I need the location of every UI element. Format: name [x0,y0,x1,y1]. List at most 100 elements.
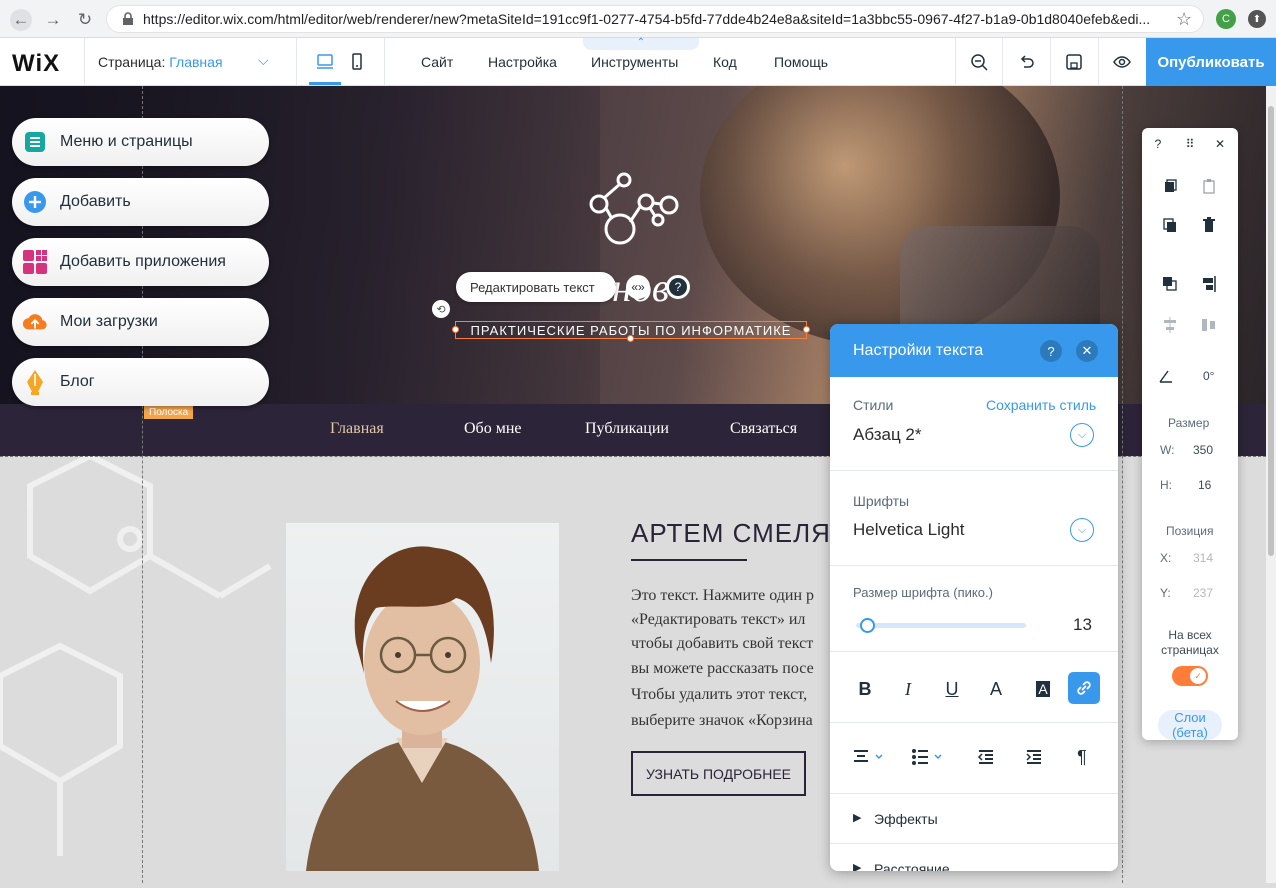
align-icon[interactable] [1199,274,1219,294]
underline-icon[interactable]: U [940,677,964,701]
all-pages-toggle[interactable]: ✓ [1172,666,1208,686]
menu-settings[interactable]: Настройка [488,54,557,70]
paste-icon[interactable] [1199,176,1219,196]
y-value[interactable]: 237 [1193,586,1213,600]
increase-indent-icon[interactable] [1022,745,1046,769]
add-button[interactable]: Добавить [12,178,269,226]
bullet-list-icon[interactable] [909,745,949,769]
menu-tools[interactable]: Инструменты [591,54,678,70]
apps-icon [22,249,48,275]
chevron-down-icon[interactable]: ⌵ [1070,518,1094,542]
profile-avatar[interactable]: C [1216,9,1236,29]
site-nav-publications[interactable]: Публикации [585,420,669,438]
about-paragraph-line[interactable]: выберите значок «Корзина [631,712,831,730]
layers-button[interactable]: Слои (бета) [1158,710,1222,740]
pages-icon [22,129,48,155]
collapse-topbar-handle[interactable]: ⌃ [583,38,699,50]
page-scrollbar[interactable] [1266,86,1276,883]
close-icon[interactable]: ✕ [1210,134,1230,154]
resize-handle[interactable] [803,326,810,333]
drag-handle-icon[interactable]: ⠿ [1180,134,1200,154]
decrease-indent-icon[interactable] [974,745,998,769]
menu-code[interactable]: Код [713,54,737,70]
zoom-out-icon [971,54,988,71]
profile-photo[interactable] [286,523,559,871]
forward-button[interactable]: → [42,9,64,31]
height-label: H: [1160,478,1172,492]
help-icon[interactable]: ? [1040,340,1062,362]
desktop-icon [317,54,333,69]
distribute-icon[interactable] [1160,315,1180,335]
delete-icon[interactable] [1199,215,1219,235]
divider [1002,38,1003,86]
bookmark-star-icon[interactable]: ☆ [1176,9,1192,30]
panel-header[interactable]: Настройки текста [830,324,1118,377]
mobile-view-button[interactable] [346,52,368,72]
link-icon[interactable] [1068,672,1100,704]
zoom-out-button[interactable] [969,52,989,72]
rotation-value[interactable]: 0° [1203,369,1214,383]
effects-section[interactable]: ▶ Эффекты [830,794,1118,844]
font-size-value[interactable]: 13 [1073,615,1092,635]
about-heading[interactable]: АРТЕМ СМЕЛЯ [631,518,831,549]
about-paragraph-line[interactable]: чтобы добавить свой текст [631,635,831,653]
match-size-icon[interactable] [1199,315,1219,335]
arrange-icon[interactable] [1160,274,1180,294]
menu-help[interactable]: Помощь [774,54,828,70]
url-text: https://editor.wix.com/html/editor/web/r… [143,11,1151,27]
rotate-handle-icon[interactable]: ⟲ [432,300,450,318]
chevron-down-icon[interactable]: ⌵ [1070,423,1094,447]
bold-icon[interactable]: B [853,677,877,701]
width-value[interactable]: 350 [1193,443,1213,457]
blog-button[interactable]: Блог [12,358,269,406]
duplicate-icon[interactable] [1160,215,1180,235]
text-direction-icon[interactable]: ¶ [1070,745,1094,769]
reload-button[interactable]: ↻ [74,9,96,31]
back-button[interactable]: ← [10,9,32,31]
address-bar[interactable]: https://editor.wix.com/html/editor/web/r… [106,5,1204,33]
about-paragraph-line[interactable]: вы можете рассказать посе [631,660,831,678]
scrollbar-thumb[interactable] [1268,106,1274,556]
italic-icon[interactable]: I [896,677,920,701]
resize-handle[interactable] [627,335,634,342]
font-dropdown-value[interactable]: Helvetica Light [853,520,965,540]
learn-more-button[interactable]: УЗНАТЬ ПОДРОБНЕЕ [631,751,806,796]
page-selector[interactable]: Страница: Главная ⌵ [98,52,269,70]
slider-knob[interactable] [860,618,875,633]
menu-site[interactable]: Сайт [421,54,453,70]
site-nav-about[interactable]: Обо мне [464,420,521,438]
pages-menu-button[interactable]: Меню и страницы [12,118,269,166]
spacing-section[interactable]: ▶ Расстояние [830,844,1118,871]
highlight-color-icon[interactable]: A [1028,677,1058,701]
save-style-link[interactable]: Сохранить стиль [986,397,1096,413]
extension-icon[interactable]: ⬆ [1248,10,1266,28]
save-button[interactable] [1064,52,1084,72]
about-paragraph-line[interactable]: Это текст. Нажмите один р [631,587,831,605]
align-dropdown-icon[interactable] [850,745,890,769]
preview-button[interactable] [1112,52,1132,72]
add-apps-button[interactable]: Добавить приложения [12,238,269,286]
desktop-view-button[interactable] [309,52,341,85]
undo-button[interactable] [1016,52,1036,72]
copy-icon[interactable] [1160,176,1180,196]
height-value[interactable]: 16 [1198,478,1211,492]
about-paragraph-line[interactable]: «Редактировать текст» ил [631,611,831,629]
text-color-icon[interactable]: A [984,677,1008,701]
edit-text-button[interactable]: Редактировать текст [456,272,616,302]
help-icon[interactable]: ? [1148,134,1168,154]
my-uploads-label: Мои загрузки [60,313,158,330]
selected-text-element[interactable]: ПРАКТИЧЕСКИЕ РАБОТЫ ПО ИНФОРМАТИКЕ [452,321,810,342]
x-value[interactable]: 314 [1193,551,1213,565]
font-size-slider[interactable] [856,618,1026,633]
close-icon[interactable]: ✕ [1076,340,1098,362]
site-nav-contact[interactable]: Связаться [730,420,797,438]
style-dropdown-value[interactable]: Абзац 2* [853,425,921,445]
resize-handle[interactable] [452,326,459,333]
site-nav-home[interactable]: Главная [330,420,384,438]
about-paragraph-line[interactable]: Чтобы удалить этот текст, [631,686,831,704]
expand-arrow-icon: ▶ [853,862,862,871]
wix-logo: WiX [12,50,61,77]
publish-button[interactable]: Опубликовать [1146,38,1276,86]
my-uploads-button[interactable]: Мои загрузки [12,298,269,346]
rotate-angle-icon [1156,366,1176,386]
